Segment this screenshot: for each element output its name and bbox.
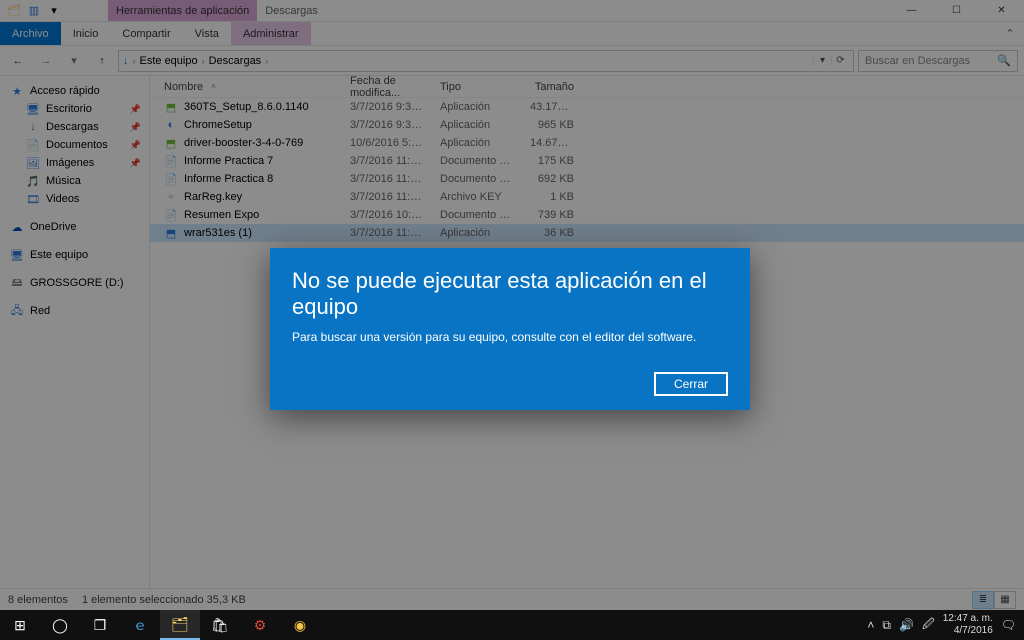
taskview-button[interactable]: ❐ <box>80 610 120 640</box>
tray-overflow-icon[interactable]: ˄ <box>867 618 874 632</box>
chrome-icon[interactable]: ◉ <box>280 610 320 640</box>
search-button[interactable]: ◯ <box>40 610 80 640</box>
action-center-icon[interactable]: 🗨 <box>1001 618 1016 632</box>
dialog-title: No se puede ejecutar esta aplicación en … <box>292 268 728 320</box>
tray-volume-icon[interactable]: 🔊 <box>899 618 914 632</box>
taskbar-clock[interactable]: 12:47 a. m. 4/7/2016 <box>943 613 993 637</box>
tray-input-icon[interactable]: 🖉 <box>922 615 935 636</box>
system-tray: ˄ ⧉ 🔊 🖉 12:47 a. m. 4/7/2016 🗨 <box>859 610 1024 640</box>
dialog-body: Para buscar una versión para su equipo, … <box>292 330 728 344</box>
tray-network-icon[interactable]: ⧉ <box>882 618 891 633</box>
settings-icon[interactable]: ⚙ <box>240 610 280 640</box>
explorer-icon[interactable]: 🗂 <box>160 610 200 640</box>
dialog-close-button[interactable]: Cerrar <box>654 372 728 396</box>
store-icon[interactable]: 🛍 <box>200 610 240 640</box>
start-button[interactable]: ⊞ <box>0 610 40 640</box>
error-dialog: No se puede ejecutar esta aplicación en … <box>270 248 750 410</box>
taskbar: ⊞ ◯ ❐ ｅ🗂🛍⚙◉ ˄ ⧉ 🔊 🖉 12:47 a. m. 4/7/2016… <box>0 610 1024 640</box>
edge-icon[interactable]: ｅ <box>120 610 160 640</box>
